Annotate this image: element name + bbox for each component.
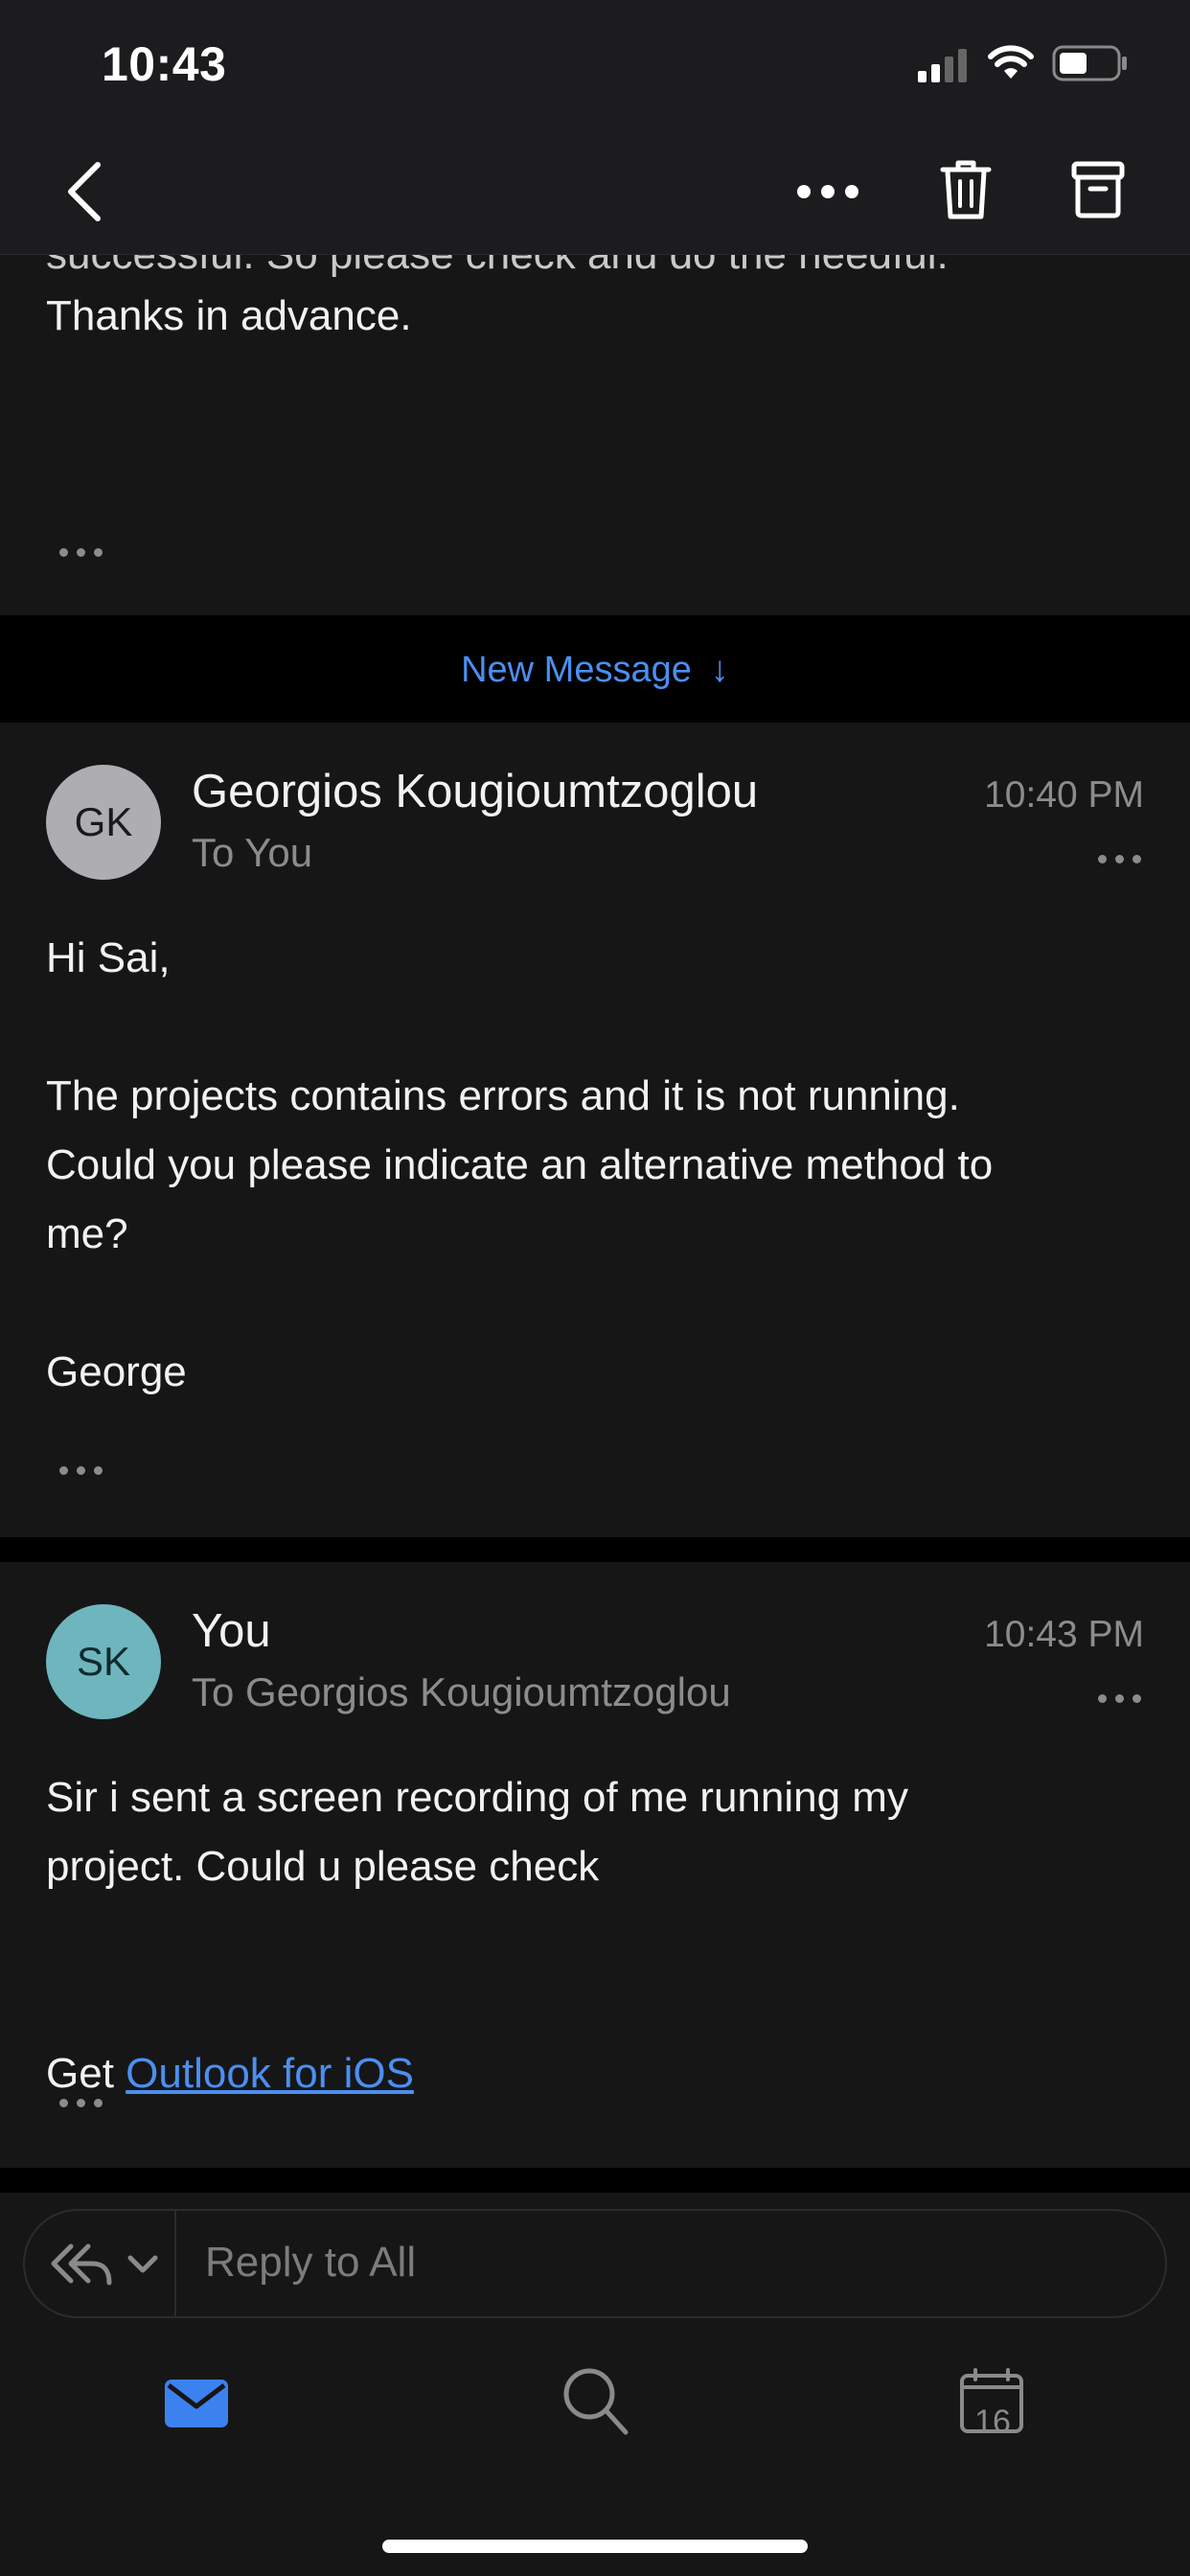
search-icon [563,2368,629,2435]
expand-quoted-text-button[interactable] [59,1466,103,1475]
archive-button[interactable] [1060,151,1136,228]
new-message-banner[interactable]: New Message ↓ [0,617,1190,723]
previous-message-closing: Thanks in advance. [46,292,412,339]
expand-quoted-text-button[interactable] [59,548,103,557]
tab-calendar[interactable]: 16 [939,2356,1044,2448]
recipient-line[interactable]: To You [192,830,312,876]
reply-all-icon [51,2243,158,2286]
home-indicator [382,2540,808,2553]
new-message-label: New Message [461,649,692,690]
avatar-initials: SK [76,1639,131,1684]
ellipsis-icon [797,185,858,198]
message-more-button[interactable] [1098,1694,1141,1703]
signature-prefix: Get [46,2050,126,2097]
battery-icon [1052,44,1129,87]
status-time: 10:43 [102,37,227,91]
message-time: 10:43 PM [984,1614,1144,1655]
reply-divider [174,2211,176,2316]
outlook-for-ios-link[interactable]: Outlook for iOS [126,2050,414,2097]
signature-line: Get Outlook for iOS [46,1970,414,2108]
previous-message-card[interactable]: successful. So please check and do the n… [0,192,1190,615]
reply-all-selector-button[interactable] [50,2239,165,2295]
message-body: Hi Sai, The projects contains errors and… [46,934,994,1395]
delete-button[interactable] [927,151,1004,228]
avatar-initials: GK [74,799,133,844]
message-body: Sir i sent a screen recording of me runn… [46,1774,908,1890]
cellular-signal-icon [918,48,968,87]
recipient-line[interactable]: To Georgios Kougioumtzoglou [192,1669,731,1715]
trash-icon [940,160,992,219]
tab-bar: 16 [0,2319,1190,2576]
avatar[interactable]: GK [46,765,161,880]
message-more-button[interactable] [1098,855,1141,863]
reply-field-container[interactable] [23,2209,1167,2318]
chevron-left-icon [68,162,101,221]
sender-name[interactable]: You [192,1604,271,1658]
calendar-day: 16 [974,2404,1011,2440]
mail-icon [165,2380,228,2427]
message-time: 10:40 PM [984,774,1144,816]
top-bar: 10:43 [0,0,1190,255]
message-card[interactable]: GK Georgios Kougioumtzoglou To You 10:40… [0,723,1190,1537]
wifi-icon [987,44,1035,85]
tab-mail[interactable] [144,2359,249,2446]
tab-search[interactable] [542,2356,648,2448]
message-card[interactable]: SK You To Georgios Kougioumtzoglou 10:43… [0,1562,1190,2168]
reply-input[interactable]: Reply to All [205,2239,416,2287]
expand-quoted-text-button[interactable] [59,2099,103,2107]
sender-name[interactable]: Georgios Kougioumtzoglou [192,765,758,818]
arrow-down-icon: ↓ [710,649,729,690]
back-button[interactable] [46,153,123,230]
archive-icon [1071,161,1125,218]
avatar[interactable]: SK [46,1604,161,1719]
more-options-button[interactable] [782,153,874,230]
